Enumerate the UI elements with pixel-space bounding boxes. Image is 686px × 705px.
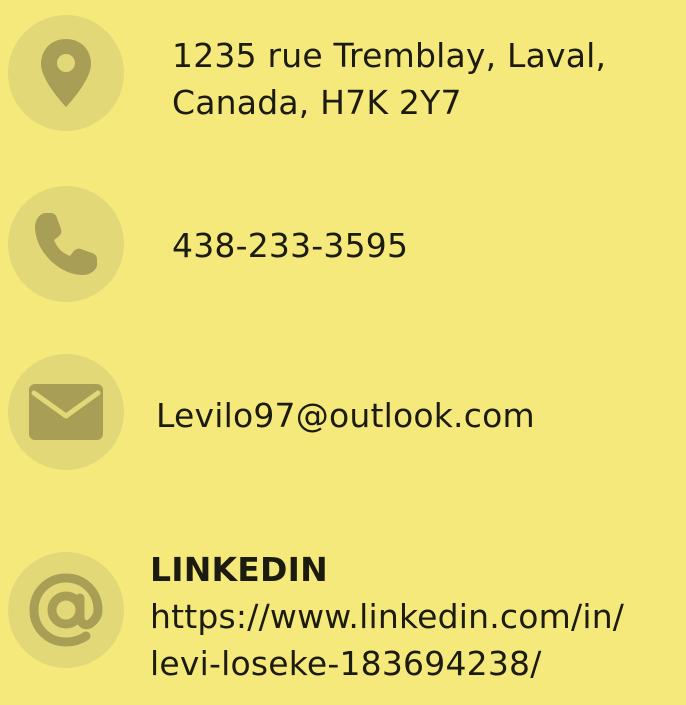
phone-icon [8, 186, 124, 302]
linkedin-url-line-1[interactable]: https://www.linkedin.com/in/ [150, 593, 624, 640]
at-sign-icon [8, 552, 124, 668]
location-pin-icon [8, 15, 124, 131]
address-text: 1235 rue Tremblay, Laval, Canada, H7K 2Y… [172, 32, 606, 126]
linkedin-url-line-2[interactable]: levi-loseke-183694238/ [150, 640, 624, 687]
address-line-1: 1235 rue Tremblay, Laval, [172, 36, 607, 75]
linkedin-label: LINKEDIN [150, 550, 328, 589]
envelope-icon [8, 354, 124, 470]
address-line-2: Canada, H7K 2Y7 [172, 83, 462, 122]
linkedin-text: LINKEDIN https://www.linkedin.com/in/ le… [150, 546, 624, 687]
phone-text: 438-233-3595 [172, 226, 409, 265]
email-text[interactable]: Levilo97@outlook.com [156, 392, 535, 439]
